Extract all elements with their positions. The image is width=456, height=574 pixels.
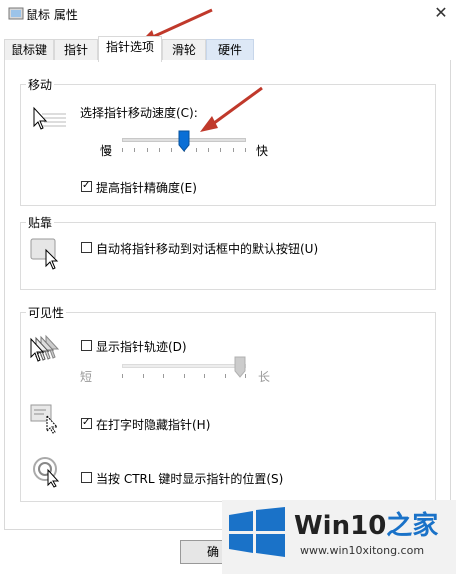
slider-tick — [143, 374, 144, 378]
trails-slider-ticks — [122, 374, 246, 378]
hide-typing-checkbox[interactable] — [81, 416, 92, 430]
tab-pointers[interactable]: 指针 — [54, 39, 98, 60]
fast-label: 快 — [256, 144, 269, 158]
slider-tick — [147, 148, 148, 152]
slow-label: 慢 — [100, 144, 113, 158]
watermark-title: Win10之家 — [294, 505, 438, 542]
slider-tick — [225, 374, 226, 378]
slider-tick — [159, 148, 160, 152]
slider-tick — [122, 374, 123, 378]
trails-slider-thumb[interactable] — [234, 356, 246, 378]
trails-slider-track[interactable] — [122, 364, 246, 368]
precision-label: 提高指针精确度(E) — [96, 181, 197, 195]
precision-checkbox[interactable] — [81, 179, 92, 193]
pointer-trails-icon — [30, 334, 60, 362]
snap-group-label: 贴靠 — [26, 214, 55, 231]
windows-logo-icon — [229, 507, 285, 557]
slider-tick — [184, 374, 185, 378]
trails-label: 显示指针轨迹(D) — [96, 340, 187, 354]
slider-tick — [208, 148, 209, 152]
long-label: 长 — [258, 370, 271, 384]
trails-checkbox[interactable] — [81, 340, 92, 351]
motion-group-label: 移动 — [26, 76, 55, 93]
visibility-group-label: 可见性 — [26, 304, 67, 321]
annotation-arrow-slider — [200, 86, 263, 132]
ctrl-location-checkbox[interactable] — [81, 472, 92, 483]
tab-pointer-options[interactable]: 指针选项 — [98, 36, 162, 62]
watermark-url: www.win10xitong.com — [300, 544, 425, 557]
slider-tick — [134, 148, 135, 152]
window-title: 鼠标 属性 — [26, 8, 78, 22]
speed-label: 选择指针移动速度(C): — [80, 106, 198, 120]
watermark-title-a: Win10 — [294, 511, 387, 541]
hide-typing-label: 在打字时隐藏指针(H) — [96, 418, 211, 432]
snap-label: 自动将指针移动到对话框中的默认按钮(U) — [96, 242, 319, 256]
watermark-title-b: 之家 — [386, 511, 439, 541]
slider-tick — [245, 148, 246, 152]
slider-tick — [233, 148, 234, 152]
slider-tick — [220, 148, 221, 152]
mouse-properties-icon — [8, 7, 24, 20]
show-location-icon — [33, 457, 60, 488]
slider-tick — [163, 374, 164, 378]
speed-slider-thumb[interactable] — [178, 130, 190, 152]
slider-tick — [196, 148, 197, 152]
ctrl-location-label: 当按 CTRL 键时显示指针的位置(S) — [96, 472, 284, 486]
short-label: 短 — [80, 370, 93, 384]
hide-pointer-icon — [30, 404, 59, 434]
close-icon[interactable]: ✕ — [432, 4, 450, 22]
snap-checkbox[interactable] — [81, 242, 92, 253]
slider-tick — [171, 148, 172, 152]
slider-tick — [204, 374, 205, 378]
pointer-speed-icon — [33, 106, 66, 130]
snap-to-icon — [30, 238, 59, 270]
slider-tick — [122, 148, 123, 152]
tab-mouse-buttons[interactable]: 鼠标键 — [4, 39, 54, 60]
